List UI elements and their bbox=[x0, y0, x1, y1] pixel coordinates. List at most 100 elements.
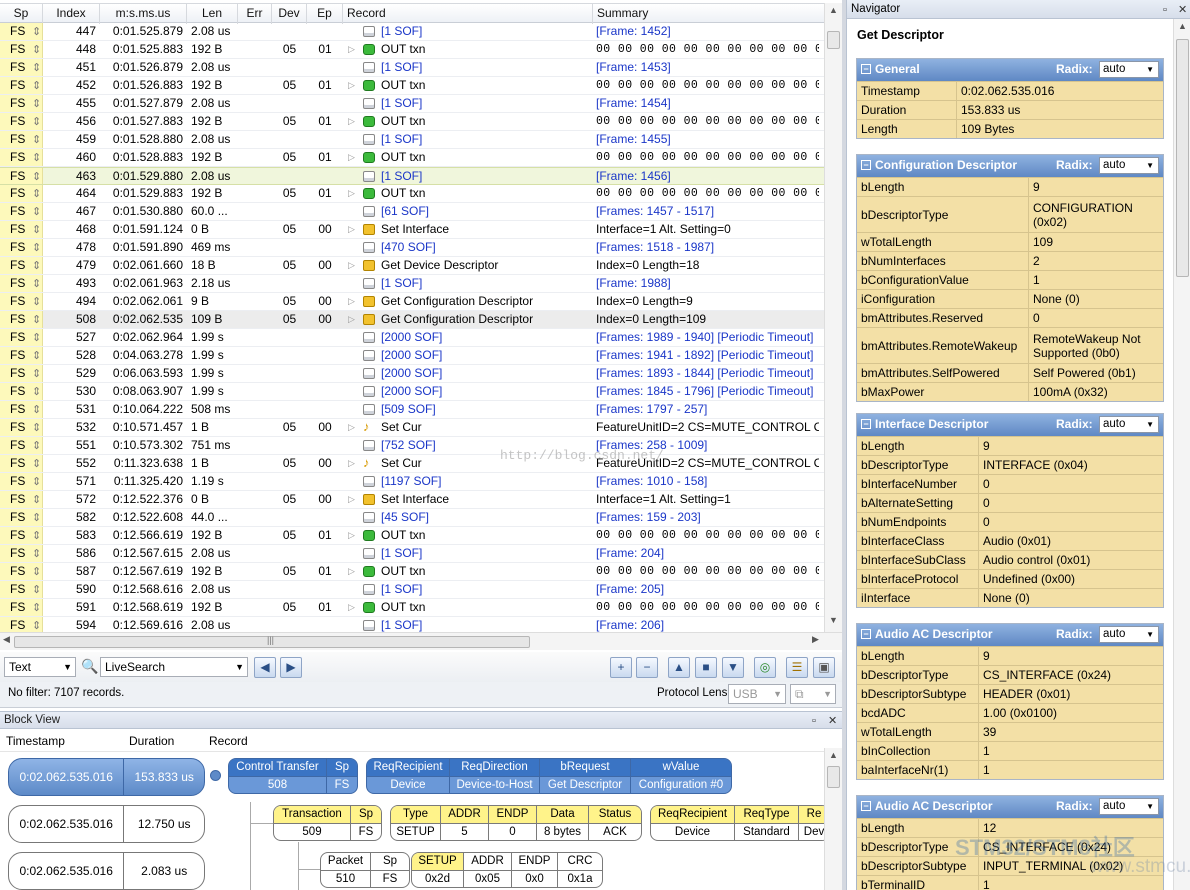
col-len[interactable]: Len bbox=[187, 4, 238, 24]
table-row[interactable]: FS ⇕ 587 0:12.567.619 192 B 05 01 ▷ OUT txn 00 00… bbox=[0, 563, 824, 581]
radix-select[interactable]: auto ▼ bbox=[1099, 416, 1159, 433]
search-mode-select[interactable]: Text ▼ bbox=[4, 657, 76, 677]
table-row[interactable]: FS ⇕ 572 0:12.522.376 0 B 05 00 ▷ Set Interface I… bbox=[0, 491, 824, 509]
control-transfer-block[interactable]: Control Transfer 508 Sp FS bbox=[228, 758, 358, 794]
collapse-all-button[interactable]: − bbox=[636, 657, 658, 678]
col-index[interactable]: Index bbox=[43, 4, 100, 24]
table-row[interactable]: FS ⇕ 528 0:04.063.278 1.99 s [2000 SOF] [Frame… bbox=[0, 347, 824, 365]
nav-property-row[interactable]: bAlternateSetting 0 bbox=[857, 493, 1163, 512]
protocol-lens-select[interactable]: USB ▼ bbox=[728, 684, 786, 704]
nav-property-row[interactable]: Timestamp 0:02.062.535.016 bbox=[857, 81, 1163, 100]
table-row[interactable]: FS ⇕ 494 0:02.062.061 9 B 05 00 ▷ Get Configurat… bbox=[0, 293, 824, 311]
nav-property-row[interactable]: bInterfaceClass Audio (0x01) bbox=[857, 531, 1163, 550]
table-row[interactable]: FS ⇕ 468 0:01.591.124 0 B 05 00 ▷ Set Interface I… bbox=[0, 221, 824, 239]
export-button[interactable]: ▣ bbox=[813, 657, 835, 678]
pin-icon[interactable]: ▫ bbox=[812, 713, 816, 729]
expand-icon[interactable]: ▷ bbox=[348, 527, 355, 544]
expand-icon[interactable]: ▷ bbox=[348, 149, 355, 166]
pin-icon[interactable]: ▫ bbox=[1163, 1, 1167, 19]
nav-property-row[interactable]: Duration 153.833 us bbox=[857, 100, 1163, 119]
close-icon[interactable]: ✕ bbox=[1178, 1, 1187, 19]
nav-property-row[interactable]: bmAttributes.Reserved 0 bbox=[857, 308, 1163, 327]
collapse-icon[interactable]: − bbox=[861, 64, 871, 74]
expand-icon[interactable]: ▷ bbox=[348, 293, 355, 310]
expand-icon[interactable]: ▷ bbox=[348, 257, 355, 274]
table-row[interactable]: FS ⇕ 532 0:10.571.457 1 B 05 00 ▷ ♪ Set Cur Featur… bbox=[0, 419, 824, 437]
table-row[interactable]: FS ⇕ 586 0:12.567.615 2.08 us [1 SOF] [Frame: … bbox=[0, 545, 824, 563]
col-record[interactable]: Record bbox=[343, 4, 593, 24]
col-time[interactable]: m:s.ms.us bbox=[100, 4, 187, 24]
nav-property-row[interactable]: iConfiguration None (0) bbox=[857, 289, 1163, 308]
navigator-scrollbar[interactable]: ▲ bbox=[1173, 19, 1190, 890]
expand-icon[interactable]: ▷ bbox=[348, 77, 355, 94]
radix-select[interactable]: auto ▼ bbox=[1099, 157, 1159, 174]
block-entry[interactable]: 0:02.062.535.016 12.750 us bbox=[8, 805, 205, 843]
nav-property-row[interactable]: Length 109 Bytes bbox=[857, 119, 1163, 138]
expand-icon[interactable]: ▷ bbox=[348, 311, 355, 328]
expand-icon[interactable]: ▷ bbox=[348, 41, 355, 58]
nav-property-row[interactable]: bDescriptorSubtype HEADER (0x01) bbox=[857, 684, 1163, 703]
col-err[interactable]: Err bbox=[238, 4, 272, 24]
nav-section-header[interactable]: − Interface Descriptor Radix: auto ▼ bbox=[857, 414, 1163, 436]
table-row[interactable]: FS ⇕ 456 0:01.527.883 192 B 05 01 ▷ OUT txn 00 00… bbox=[0, 113, 824, 131]
pid-block[interactable]: SETUP 0x2d ADDR 0x05 ENDP 0x0 CRC 0x1a bbox=[411, 852, 603, 888]
nav-property-row[interactable]: iInterface None (0) bbox=[857, 588, 1163, 607]
nav-section-header[interactable]: − Audio AC Descriptor Radix: auto ▼ bbox=[857, 624, 1163, 646]
table-row[interactable]: FS ⇕ 594 0:12.569.616 2.08 us [1 SOF] [Frame: … bbox=[0, 617, 824, 632]
block-entry[interactable]: 0:02.062.535.016 2.083 us bbox=[8, 852, 205, 890]
nav-property-row[interactable]: bNumEndpoints 0 bbox=[857, 512, 1163, 531]
table-row[interactable]: FS ⇕ 463 0:01.529.880 2.08 us [1 SOF] [Frame: … bbox=[0, 167, 824, 185]
nav-property-row[interactable]: bDescriptorType INTERFACE (0x04) bbox=[857, 455, 1163, 474]
nav-property-row[interactable]: bDescriptorType CONFIGURATION (0x02) bbox=[857, 196, 1163, 232]
col-sp[interactable]: Sp bbox=[0, 4, 43, 24]
col-dev[interactable]: Dev bbox=[272, 4, 307, 24]
table-row[interactable]: FS ⇕ 552 0:11.323.638 1 B 05 00 ▷ ♪ Set Cur Featur… bbox=[0, 455, 824, 473]
nav-property-row[interactable]: bLength 9 bbox=[857, 177, 1163, 196]
filter-button[interactable]: ◎ bbox=[754, 657, 776, 678]
scroll-thumb[interactable] bbox=[1176, 39, 1189, 277]
table-row[interactable]: FS ⇕ 452 0:01.526.883 192 B 05 01 ▷ OUT txn 00 00… bbox=[0, 77, 824, 95]
packet-block[interactable]: Packet 510 Sp FS bbox=[320, 852, 410, 888]
nav-property-row[interactable]: bLength 9 bbox=[857, 436, 1163, 455]
request-type-block[interactable]: ReqRecipient Device ReqType Standard Re Dev bbox=[650, 805, 824, 841]
nav-property-row[interactable]: bInCollection 1 bbox=[857, 741, 1163, 760]
table-row[interactable]: FS ⇕ 590 0:12.568.616 2.08 us [1 SOF] [Frame: … bbox=[0, 581, 824, 599]
expand-icon[interactable]: ▷ bbox=[348, 419, 355, 436]
live-search-input[interactable]: LiveSearch ▼ bbox=[100, 657, 248, 677]
nav-property-row[interactable]: bConfigurationValue 1 bbox=[857, 270, 1163, 289]
table-row[interactable]: FS ⇕ 459 0:01.528.880 2.08 us [1 SOF] [Frame: … bbox=[0, 131, 824, 149]
nav-section-header[interactable]: − General Radix: auto ▼ bbox=[857, 59, 1163, 81]
grid-hscrollbar[interactable]: ◀ ||| ▶ bbox=[0, 632, 842, 650]
close-icon[interactable]: ✕ bbox=[828, 713, 837, 729]
expand-icon[interactable]: ▷ bbox=[348, 185, 355, 202]
table-row[interactable]: FS ⇕ 531 0:10.064.222 508 ms [509 SOF] [Frames… bbox=[0, 401, 824, 419]
nav-property-row[interactable]: bmAttributes.SelfPowered Self Powered (0b… bbox=[857, 363, 1163, 382]
collapse-icon[interactable]: − bbox=[861, 419, 871, 429]
table-row[interactable]: FS ⇕ 508 0:02.062.535 109 B 05 00 ▷ Get Configur… bbox=[0, 311, 824, 329]
nav-property-row[interactable]: bMaxPower 100mA (0x32) bbox=[857, 382, 1163, 401]
transaction-block[interactable]: Transaction 509 Sp FS bbox=[273, 805, 382, 841]
expand-icon[interactable]: ▷ bbox=[348, 491, 355, 508]
scroll-up-icon[interactable]: ▲ bbox=[1178, 21, 1187, 31]
nav-property-row[interactable]: bDescriptorType CS_INTERFACE (0x24) bbox=[857, 665, 1163, 684]
expand-all-button[interactable]: + bbox=[610, 657, 632, 678]
expand-icon[interactable]: ▷ bbox=[348, 113, 355, 130]
search-next-button[interactable]: ▶ bbox=[280, 657, 302, 678]
col-summary[interactable]: Summary bbox=[593, 4, 842, 24]
table-row[interactable]: FS ⇕ 493 0:02.061.963 2.18 us [1 SOF] [Frame: … bbox=[0, 275, 824, 293]
radix-select[interactable]: auto ▼ bbox=[1099, 626, 1159, 643]
col-ep[interactable]: Ep bbox=[307, 4, 343, 24]
nav-property-row[interactable]: bmAttributes.RemoteWakeup RemoteWakeup No… bbox=[857, 327, 1163, 363]
request-block[interactable]: ReqRecipient Device ReqDirection Device-to… bbox=[366, 758, 732, 794]
goto-marker-button[interactable]: ■ bbox=[695, 657, 717, 678]
table-row[interactable]: FS ⇕ 448 0:01.525.883 192 B 05 01 ▷ OUT txn 00 00… bbox=[0, 41, 824, 59]
table-row[interactable]: FS ⇕ 527 0:02.062.964 1.99 s [2000 SOF] [Frame… bbox=[0, 329, 824, 347]
radix-select[interactable]: auto ▼ bbox=[1099, 61, 1159, 78]
table-row[interactable]: FS ⇕ 571 0:11.325.420 1.19 s [1197 SOF] [Frame… bbox=[0, 473, 824, 491]
table-row[interactable]: FS ⇕ 464 0:01.529.883 192 B 05 01 ▷ OUT txn 00 00… bbox=[0, 185, 824, 203]
nav-property-row[interactable]: baInterfaceNr(1) 1 bbox=[857, 760, 1163, 779]
table-row[interactable]: FS ⇕ 451 0:01.526.879 2.08 us [1 SOF] [Frame: … bbox=[0, 59, 824, 77]
setup-block[interactable]: Type SETUP ADDR 5 ENDP 0 Data 8 bytes Status… bbox=[390, 805, 642, 841]
expand-icon[interactable]: ▷ bbox=[348, 221, 355, 238]
nav-section-header[interactable]: − Configuration Descriptor Radix: auto ▼ bbox=[857, 155, 1163, 177]
